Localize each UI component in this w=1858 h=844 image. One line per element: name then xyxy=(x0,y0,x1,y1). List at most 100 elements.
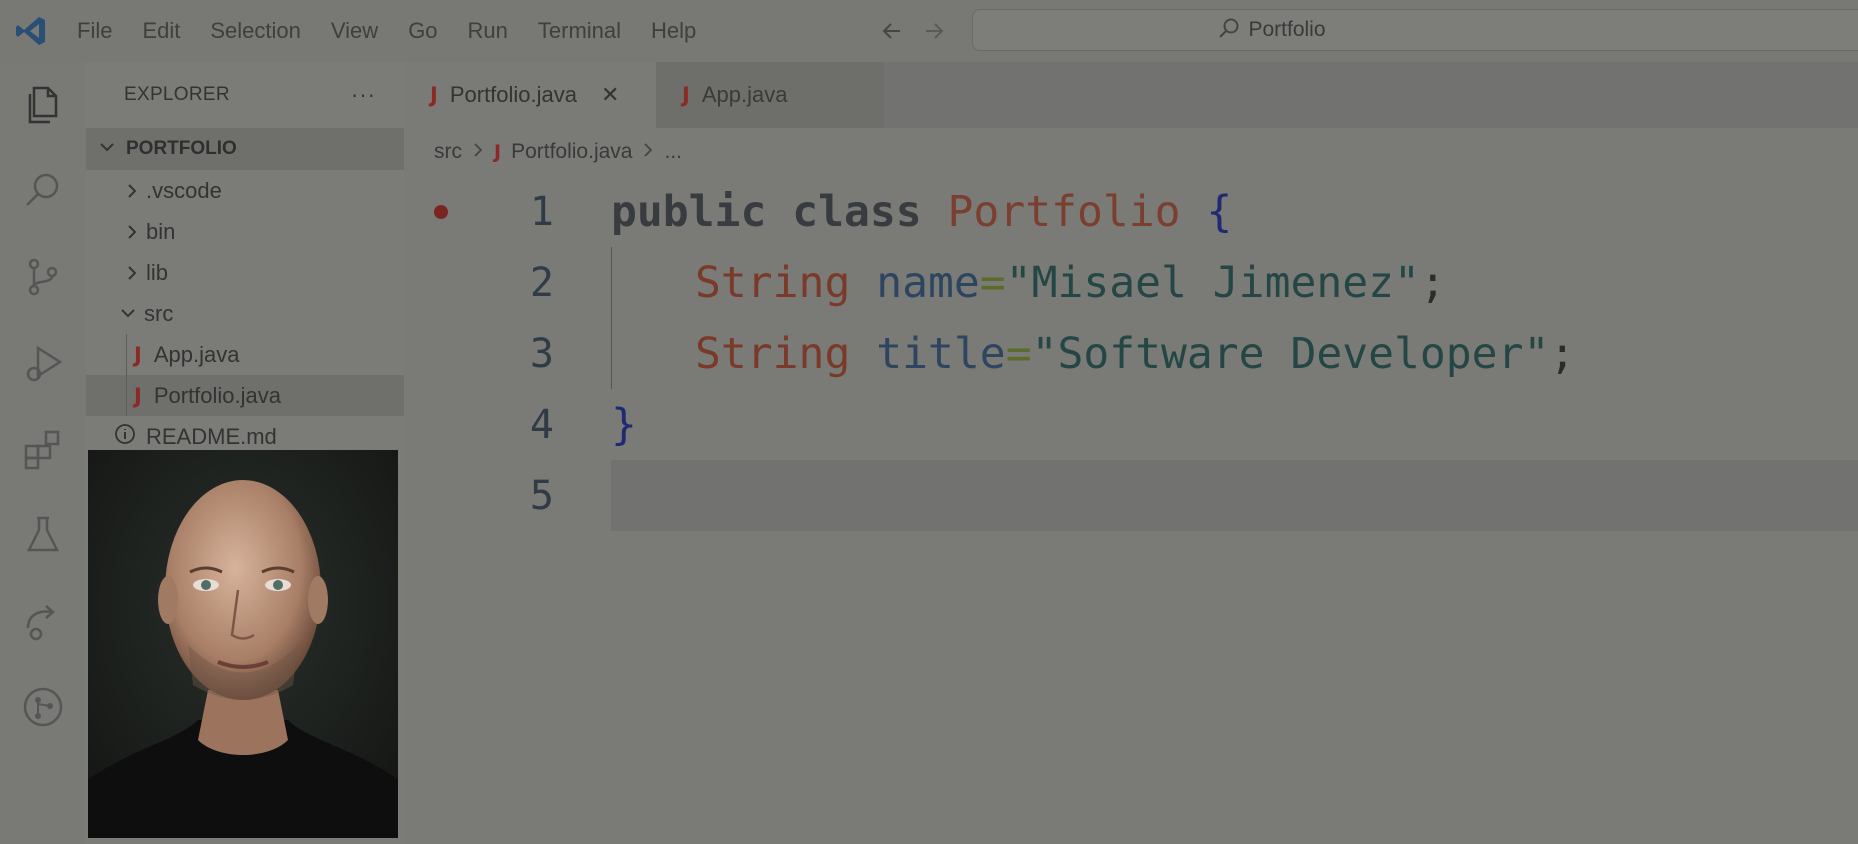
chevron-right-icon xyxy=(122,183,142,199)
code-string: "Software Developer" xyxy=(1031,328,1550,379)
chevron-right-icon xyxy=(472,142,484,163)
breadcrumb: src J Portfolio.java ... xyxy=(404,128,1858,176)
code-brace: } xyxy=(611,399,637,450)
code-identifier: name xyxy=(850,257,980,308)
search-icon[interactable] xyxy=(0,148,86,234)
line-number: 5 xyxy=(529,472,554,519)
presenter-photo xyxy=(88,450,398,838)
workspace-folder-header[interactable]: PORTFOLIO xyxy=(86,128,404,170)
explorer-title: EXPLORER xyxy=(124,84,230,105)
activity-bar xyxy=(0,62,86,844)
menu-edit[interactable]: Edit xyxy=(127,0,195,62)
navigation-arrows xyxy=(878,0,948,62)
tree-item-src[interactable]: src xyxy=(86,293,404,334)
java-file-icon: J xyxy=(682,83,690,107)
chevron-down-icon xyxy=(98,138,116,161)
vscode-logo-icon xyxy=(0,0,62,62)
forward-arrow-icon[interactable] xyxy=(920,17,948,45)
code-line-1: 1 public class Portfolio { xyxy=(404,176,1858,247)
code-operator: = xyxy=(1005,328,1032,379)
chevron-right-icon xyxy=(122,224,142,240)
indent-guide xyxy=(126,334,127,375)
code-text: String title="Software Developer"; xyxy=(695,329,1575,379)
command-center-search[interactable]: Portfolio xyxy=(972,9,1858,51)
explorer-icon[interactable] xyxy=(0,62,86,148)
tab-app-java[interactable]: J App.java xyxy=(656,62,884,128)
tree-item-label: src xyxy=(144,300,174,326)
code-text: public class Portfolio { xyxy=(611,187,1232,237)
tree-item-label: App.java xyxy=(153,341,240,367)
testing-icon[interactable] xyxy=(0,492,86,578)
tree-item-portfolio-java[interactable]: J Portfolio.java xyxy=(86,375,404,416)
tree-item-label: .vscode xyxy=(146,177,222,203)
code-line-4: 4 } xyxy=(404,389,1858,460)
code-string: "Misael Jimenez" xyxy=(1005,257,1420,308)
tab-label: Portfolio.java xyxy=(449,82,578,107)
extensions-icon[interactable] xyxy=(0,406,86,492)
line-number: 2 xyxy=(529,259,554,306)
tree-item-bin[interactable]: bin xyxy=(86,211,404,252)
java-file-icon: J xyxy=(134,342,142,367)
tree-item-label: bin xyxy=(146,218,176,244)
breadcrumb-folder[interactable]: src xyxy=(434,140,462,164)
tab-portfolio-java[interactable]: J Portfolio.java ✕ xyxy=(404,62,656,128)
line-number: 4 xyxy=(529,401,554,448)
tree-item-app-java[interactable]: J App.java xyxy=(86,334,404,375)
code-editor[interactable]: 1 public class Portfolio { 2 String name… xyxy=(404,176,1858,531)
indent-guide xyxy=(126,375,127,416)
workspace-folder-label: PORTFOLIO xyxy=(126,138,237,159)
breadcrumb-file[interactable]: Portfolio.java xyxy=(511,140,632,164)
run-debug-icon[interactable] xyxy=(0,320,86,406)
code-keyword: public class xyxy=(611,186,948,237)
info-icon xyxy=(114,423,136,451)
java-file-icon: J xyxy=(134,383,142,408)
code-type: String xyxy=(695,328,851,379)
command-center-label: Portfolio xyxy=(1248,18,1326,41)
git-graph-icon[interactable] xyxy=(0,664,86,750)
tree-item-label: lib xyxy=(146,259,169,285)
menu-help[interactable]: Help xyxy=(636,0,711,62)
code-type: String xyxy=(695,257,851,308)
code-line-3: 3 String title="Software Developer"; xyxy=(404,318,1858,389)
code-brace: { xyxy=(1180,186,1233,237)
chevron-right-icon xyxy=(642,142,654,163)
editor-tabs: J Portfolio.java ✕ J App.java xyxy=(404,62,1858,128)
menu-terminal[interactable]: Terminal xyxy=(523,0,636,62)
close-icon[interactable]: ✕ xyxy=(601,82,619,108)
tab-label: App.java xyxy=(701,82,788,107)
menu-file[interactable]: File xyxy=(62,0,127,62)
breakpoint-dot[interactable] xyxy=(434,204,448,219)
code-line-2: 2 String name="Misael Jimenez"; xyxy=(404,247,1858,318)
chevron-right-icon xyxy=(122,265,142,281)
chevron-down-icon xyxy=(118,306,138,322)
source-control-icon[interactable] xyxy=(0,234,86,320)
code-text: String name="Misael Jimenez"; xyxy=(695,258,1446,308)
code-text: } xyxy=(611,400,637,450)
tree-item-lib[interactable]: lib xyxy=(86,252,404,293)
tree-item-vscode[interactable]: .vscode xyxy=(86,170,404,211)
code-semicolon: ; xyxy=(1549,328,1576,379)
tree-item-label: Portfolio.java xyxy=(153,382,282,408)
title-bar: File Edit Selection View Go Run Terminal… xyxy=(0,0,1858,62)
menu-selection[interactable]: Selection xyxy=(195,0,316,62)
java-file-icon: J xyxy=(494,141,502,163)
breadcrumb-more[interactable]: ... xyxy=(664,140,682,164)
line-number: 1 xyxy=(529,188,554,235)
code-class-name: Portfolio xyxy=(947,186,1181,237)
remote-explorer-icon[interactable] xyxy=(0,578,86,664)
java-file-icon: J xyxy=(430,83,438,107)
code-operator: = xyxy=(979,257,1006,308)
menu-go[interactable]: Go xyxy=(393,0,452,62)
code-identifier: title xyxy=(850,328,1006,379)
current-line-highlight xyxy=(611,460,1858,531)
code-line-5: 5 xyxy=(404,460,1858,531)
menu-run[interactable]: Run xyxy=(453,0,523,62)
search-icon xyxy=(1218,17,1240,44)
editor-area: J Portfolio.java ✕ J App.java src J Port… xyxy=(404,62,1858,844)
explorer-header: EXPLORER ··· xyxy=(86,62,404,128)
more-actions-icon[interactable]: ··· xyxy=(351,82,376,108)
tree-item-label: README.md xyxy=(146,423,277,449)
back-arrow-icon[interactable] xyxy=(878,17,906,45)
menu-view[interactable]: View xyxy=(316,0,393,62)
code-semicolon: ; xyxy=(1419,257,1446,308)
